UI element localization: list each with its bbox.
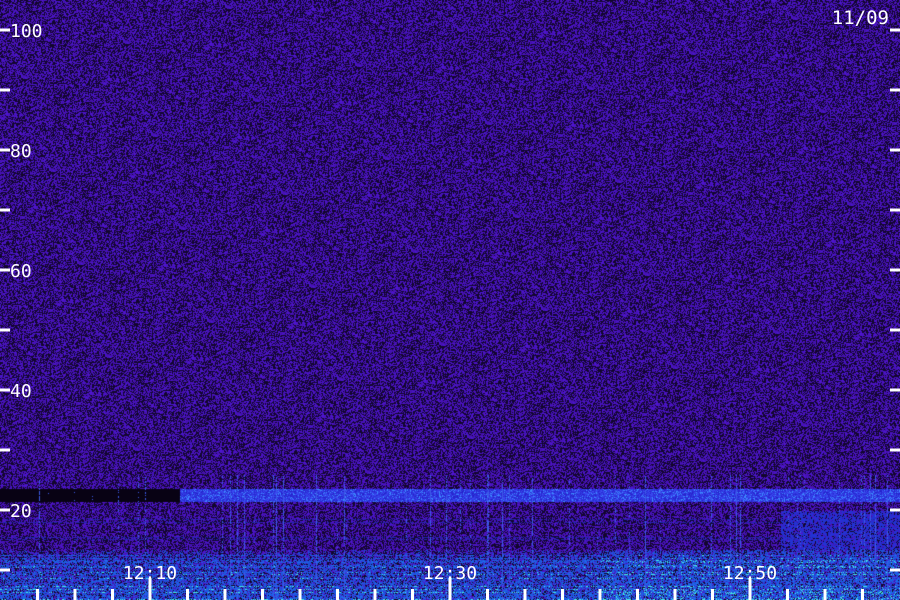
spectrogram-chart: 20 40 60 80 100 12:10 12:30 12:50 11/09	[0, 0, 900, 600]
spectrogram-image	[0, 0, 900, 600]
